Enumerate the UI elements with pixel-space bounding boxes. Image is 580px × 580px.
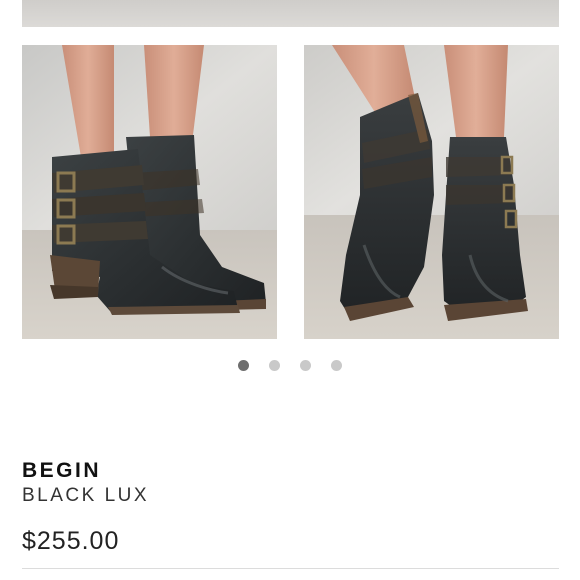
divider xyxy=(22,568,559,569)
product-brand: BEGIN xyxy=(22,459,102,482)
previous-image-strip xyxy=(22,0,559,27)
product-image-front-view[interactable] xyxy=(304,45,559,339)
carousel-dot-2[interactable] xyxy=(269,360,280,371)
boot-side-illustration xyxy=(22,45,277,339)
product-image-side-view[interactable] xyxy=(22,45,277,339)
product-price: $255.00 xyxy=(22,527,120,555)
boot-front-illustration xyxy=(304,45,559,339)
carousel-dot-3[interactable] xyxy=(300,360,311,371)
product-image-gallery[interactable] xyxy=(0,45,580,339)
carousel-dot-4[interactable] xyxy=(331,360,342,371)
product-color: BLACK LUX xyxy=(22,485,150,506)
carousel-dot-1[interactable] xyxy=(238,360,249,371)
carousel-indicator[interactable] xyxy=(0,360,580,372)
